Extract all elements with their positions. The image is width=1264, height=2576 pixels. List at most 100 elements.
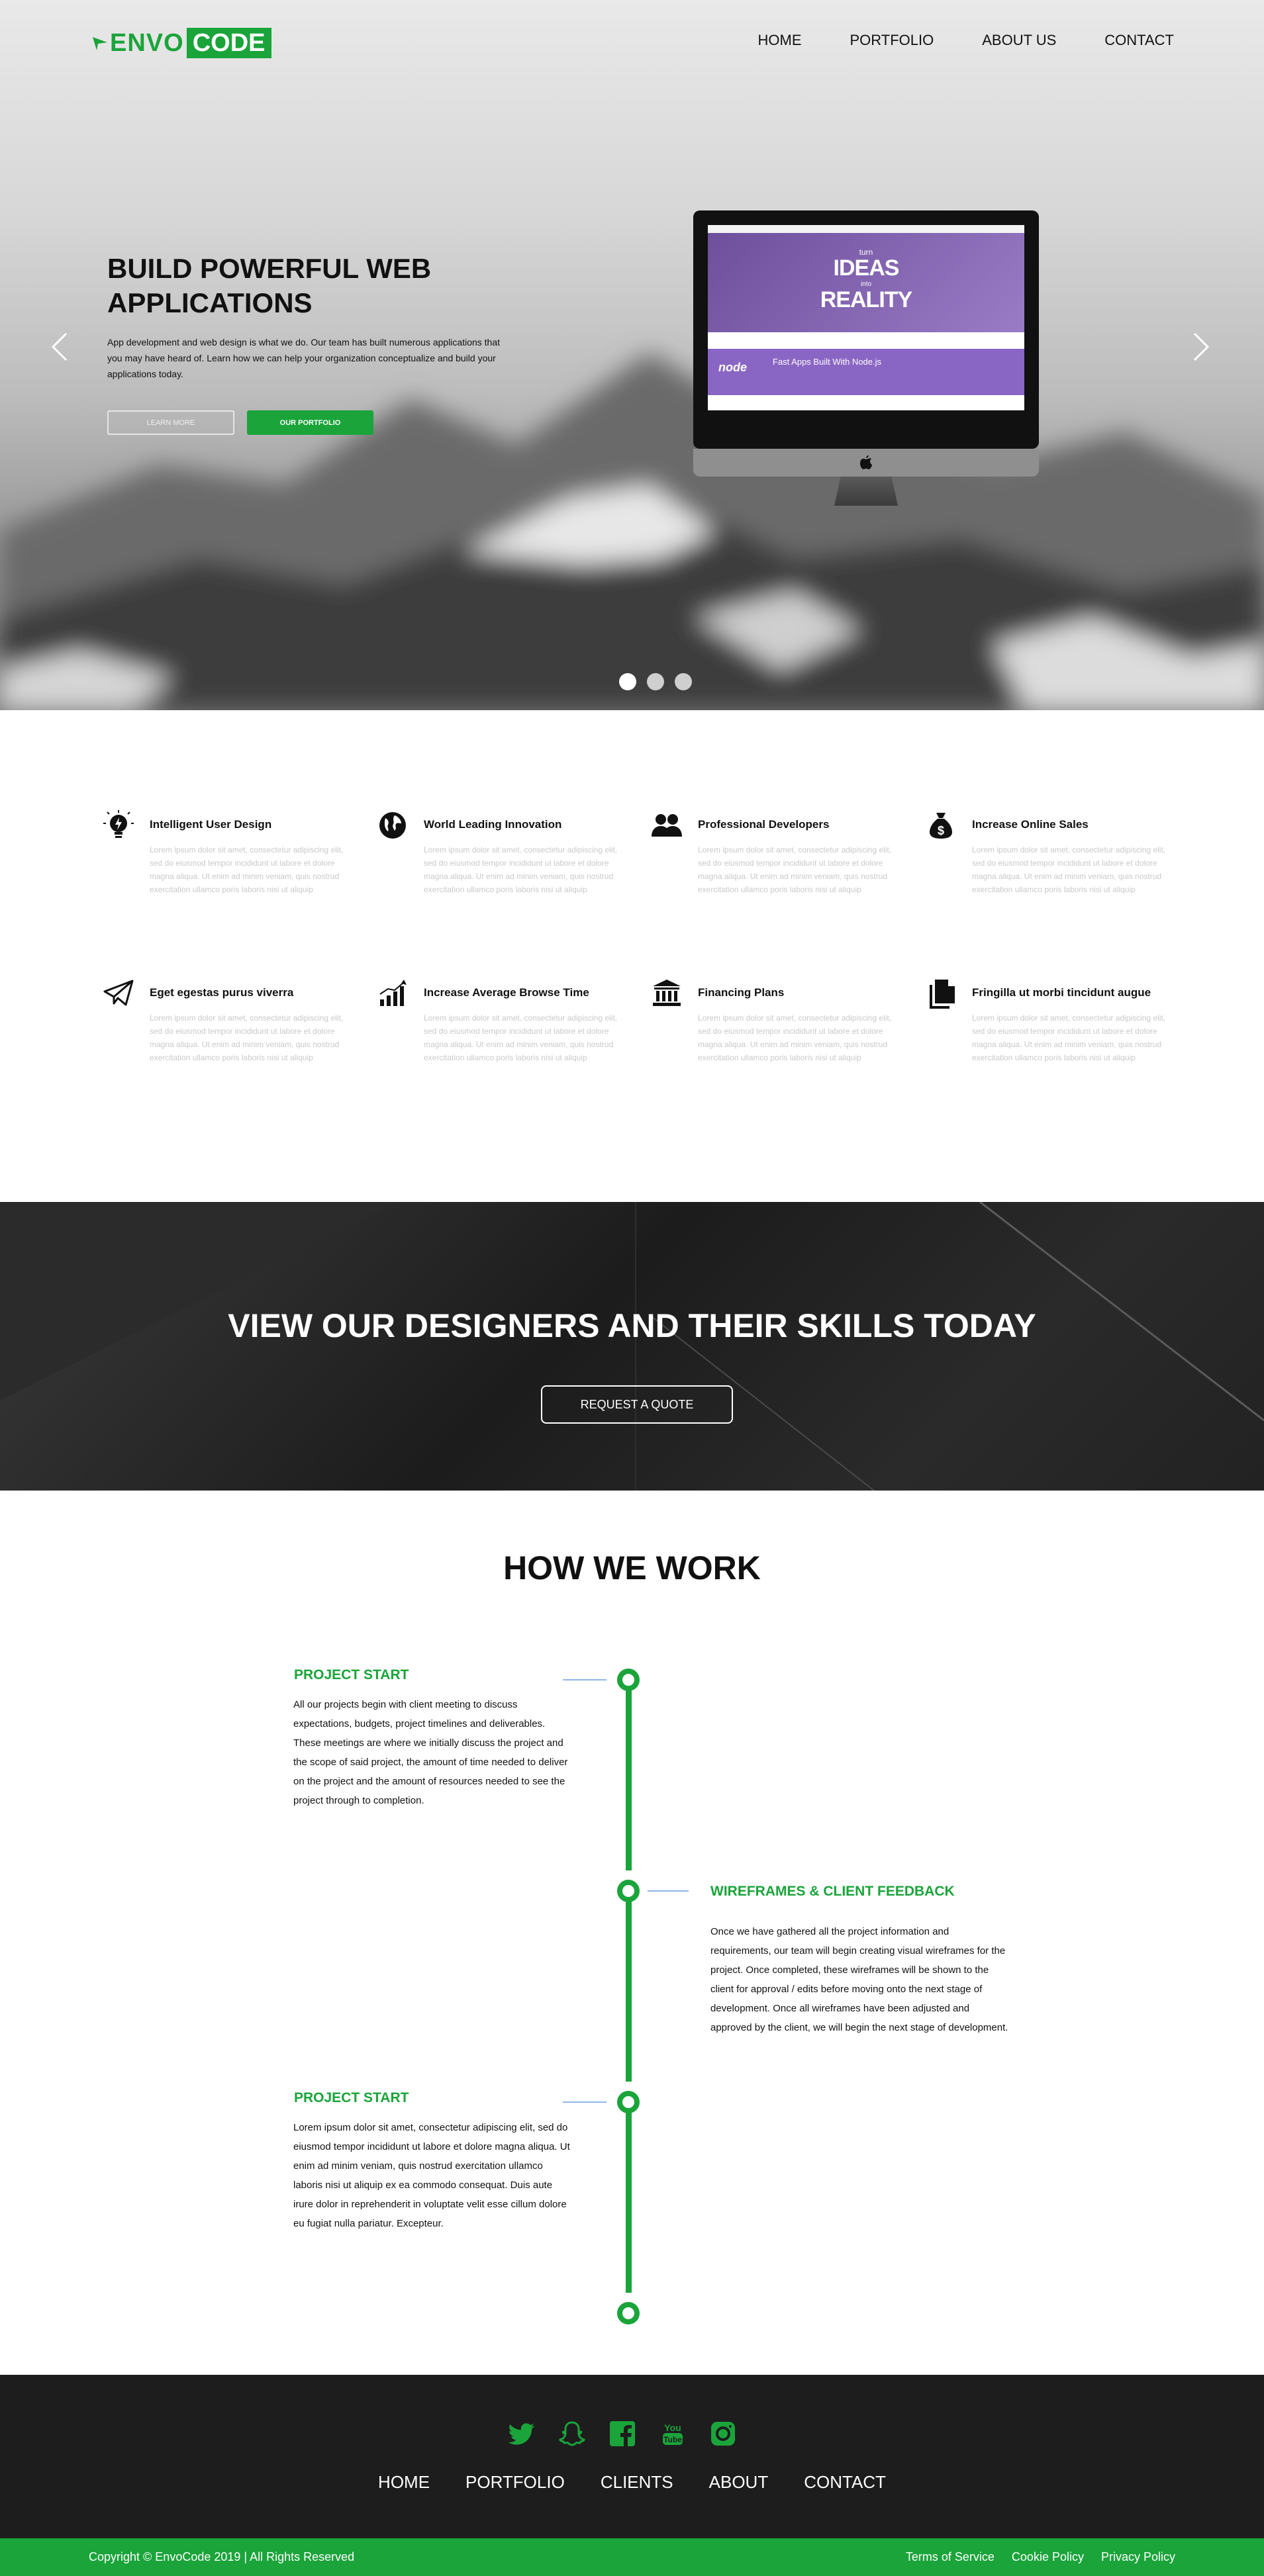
svg-text:$: $ [938,824,944,837]
feature-title: Intelligent User Design [150,818,272,831]
screen-big-text-2: REALITY [820,287,912,312]
timeline-node [617,2091,640,2113]
globe-icon [379,812,406,839]
how-we-work-title: HOW WE WORK [503,1549,761,1587]
logo-arrow-icon [93,37,107,50]
feature-text: Lorem ipsum dolor sit amet, consectetur … [424,845,618,894]
feature-text: Lorem ipsum dolor sit amet, consectetur … [698,845,892,894]
monitor-chin [693,449,1039,477]
social-links: You Tube [508,2420,737,2448]
feature-title: Financing Plans [698,986,785,999]
chevron-left-icon[interactable] [50,331,69,371]
main-nav: HOME PORTFOLIO ABOUT US CONTACT [710,32,1175,49]
facebook-icon[interactable] [608,2420,636,2448]
lightbulb-icon [103,810,134,838]
our-portfolio-button[interactable]: OUR PORTFOLIO [247,410,373,435]
documents-icon [930,980,955,1009]
timeline-connector [648,1890,689,1892]
slider-dot-1[interactable] [619,673,636,690]
twitter-icon[interactable] [508,2420,536,2448]
feature-title: Increase Online Sales [972,818,1089,831]
screen-divider [708,332,1024,349]
paper-plane-icon [103,980,134,1006]
timeline-line [626,1690,632,1870]
privacy-policy-link[interactable]: Privacy Policy [1101,2550,1175,2564]
cta-title: VIEW OUR DESIGNERS AND THEIR SKILLS TODA… [228,1307,1036,1344]
feature-text: Lorem ipsum dolor sit amet, consectetur … [972,845,1166,894]
node-logo: node [718,361,747,374]
step-heading: PROJECT START [294,1667,409,1682]
step-heading: PROJECT START [294,2090,409,2105]
feature-title: Fringilla ut morbi tincidunt augue [972,986,1151,999]
timeline-connector [563,1679,607,1680]
footer-nav-home[interactable]: HOME [378,2472,430,2493]
feature-text: Lorem ipsum dolor sit amet, consectetur … [150,845,344,894]
copyright-text: Copyright © EnvoCode 2019 | All Rights R… [89,2550,355,2563]
nav-contact[interactable]: CONTACT [1104,32,1174,49]
youtube-icon[interactable]: You Tube [659,2420,687,2448]
instagram-icon[interactable] [709,2420,737,2448]
slider-dots [619,673,692,690]
footer: You Tube HOME PORTFOLIO CLIENTS ABOUT CON… [0,2375,1264,2538]
timeline-line [626,2112,632,2293]
screen-node-banner: node Fast Apps Built With Node.js [708,349,1024,395]
hero-title: BUILD POWERFUL WEB APPLICATIONS [107,253,432,318]
step-text: Once we have gathered all the project in… [710,1926,1008,2033]
timeline-node [617,2302,640,2324]
apple-logo-icon [860,455,872,469]
footer-nav: HOME PORTFOLIO CLIENTS ABOUT CONTACT [0,2472,1264,2493]
svg-text:Tube: Tube [663,2435,682,2444]
request-quote-button[interactable]: REQUEST A QUOTE [541,1385,733,1424]
nav-about-us[interactable]: ABOUT US [982,32,1056,49]
logo-text-envo: ENVO [110,29,184,57]
feature-text: Lorem ipsum dolor sit amet, consectetur … [972,1013,1166,1062]
timeline-node [617,1880,640,1902]
feature-title: Increase Average Browse Time [424,986,589,999]
nav-home[interactable]: HOME [758,32,802,49]
footer-nav-about[interactable]: ABOUT [709,2472,769,2493]
snapchat-icon[interactable] [558,2420,586,2448]
timeline-node [617,1669,640,1691]
logo[interactable]: ENVO CODE [93,28,271,58]
feature-title: World Leading Innovation [424,818,562,831]
screen-topbar [708,225,1024,233]
footer-nav-contact[interactable]: CONTACT [804,2472,886,2493]
feature-text: Lorem ipsum dolor sit amet, consectetur … [698,1013,892,1062]
screen-content: turn IDEAS into REALITY node Fast Apps B… [708,225,1024,410]
footer-nav-clients[interactable]: CLIENTS [601,2472,673,2493]
timeline-line [626,1901,632,2082]
logo-text-code: CODE [186,28,271,58]
monitor-stand [834,477,898,506]
hero-slider: ENVO CODE HOME PORTFOLIO ABOUT US CONTAC… [0,0,1264,710]
money-bag-icon: $ [930,813,952,839]
cta-banner: VIEW OUR DESIGNERS AND THEIR SKILLS TODA… [0,1202,1264,1491]
step-heading: WIREFRAMES & CLIENT FEEDBACK [710,1884,955,1899]
step-text: Lorem ipsum dolor sit amet, consectetur … [293,2122,570,2229]
slider-dot-3[interactable] [675,673,692,690]
hero-subtitle: App development and web design is what w… [107,337,501,379]
screen-big-text-1: IDEAS [833,255,900,281]
cookie-policy-link[interactable]: Cookie Policy [1012,2550,1084,2564]
monitor-screen: turn IDEAS into REALITY node Fast Apps B… [693,210,1039,449]
timeline-connector [563,2101,607,2103]
svg-text:You: You [664,2422,681,2433]
node-title: Fast Apps Built With Node.js [773,357,882,367]
nav-portfolio[interactable]: PORTFOLIO [850,32,934,49]
footer-nav-portfolio[interactable]: PORTFOLIO [465,2472,565,2493]
feature-title: Professional Developers [698,818,830,831]
step-text: All our projects begin with client meeti… [293,1699,568,1806]
bank-icon [653,980,681,1006]
screen-hero: turn IDEAS into REALITY [708,233,1024,332]
cta-background-lines [0,1202,1264,1491]
chevron-right-icon[interactable] [1192,331,1210,371]
slider-dot-2[interactable] [647,673,664,690]
terms-link[interactable]: Terms of Service [906,2550,995,2564]
legal-links: Terms of Service Cookie Policy Privacy P… [906,2550,1175,2564]
footer-bottom-bar: Copyright © EnvoCode 2019 | All Rights R… [0,2538,1264,2576]
feature-text: Lorem ipsum dolor sit amet, consectetur … [150,1013,344,1062]
learn-more-button[interactable]: LEARN MORE [107,410,234,435]
feature-text: Lorem ipsum dolor sit amet, consectetur … [424,1013,618,1062]
monitor-mockup: turn IDEAS into REALITY node Fast Apps B… [685,207,1046,506]
bar-chart-icon [379,980,407,1006]
users-icon [652,814,682,837]
